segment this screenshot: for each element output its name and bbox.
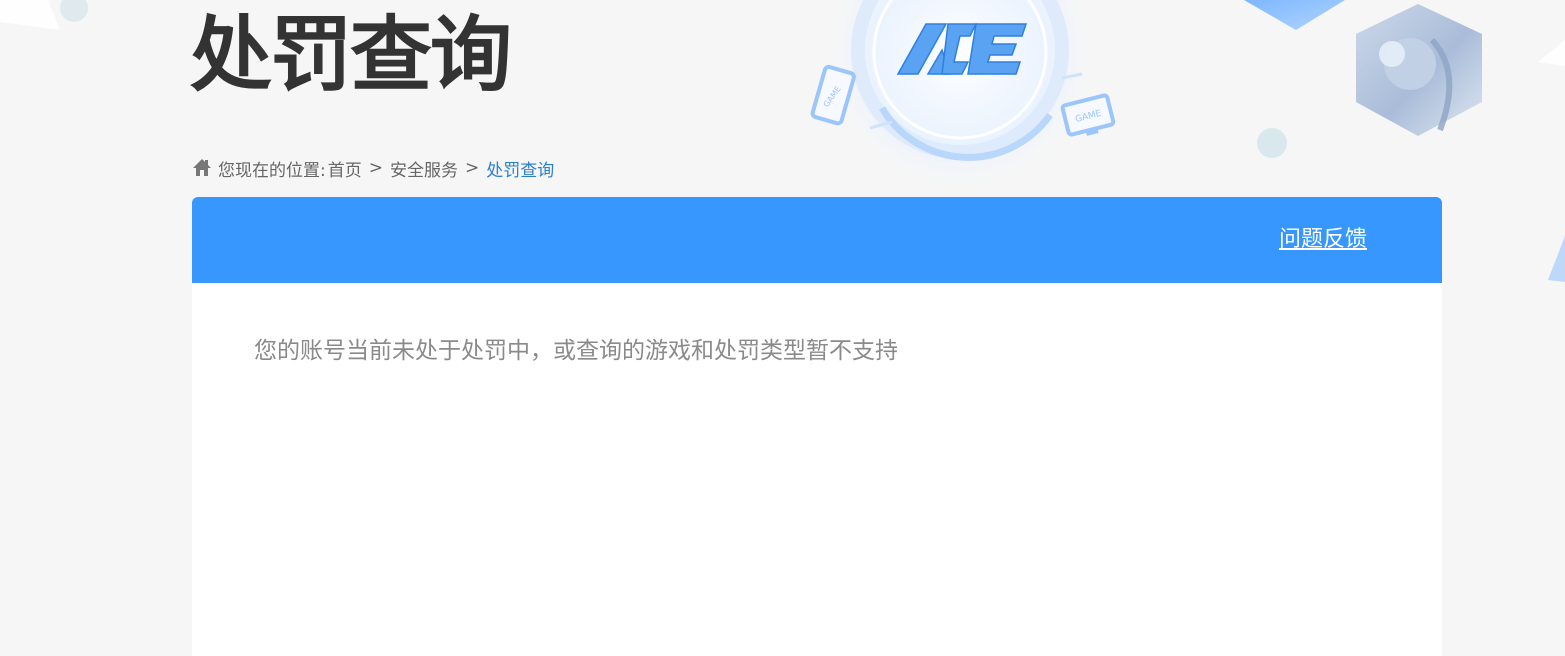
- feedback-link[interactable]: 问题反馈: [1279, 226, 1367, 254]
- breadcrumb-item-home[interactable]: 首页: [328, 156, 362, 181]
- status-message: 您的账号当前未处于处罚中，或查询的游戏和处罚类型暂不支持: [254, 338, 898, 364]
- breadcrumb-current: 处罚查询: [486, 160, 555, 181]
- breadcrumb-separator: >: [464, 158, 480, 178]
- breadcrumb: 您现在的位置: 首页 > 安全服务 > 处罚查询: [192, 156, 555, 181]
- page: GAME GAME 处罚查询 您现在的位置: 首页 > 安全服务 > 处罚查询: [0, 0, 1565, 656]
- panel-header: 问题反馈: [192, 197, 1442, 283]
- page-title: 处罚查询: [190, 8, 512, 103]
- home-icon: [193, 159, 211, 176]
- panel-body: 您的账号当前未处于处罚中，或查询的游戏和处罚类型暂不支持: [192, 283, 1442, 419]
- result-panel: 问题反馈 您的账号当前未处于处罚中，或查询的游戏和处罚类型暂不支持: [192, 197, 1442, 656]
- breadcrumb-item-security-service[interactable]: 安全服务: [390, 156, 458, 181]
- breadcrumb-prefix: 您现在的位置:: [218, 160, 326, 181]
- breadcrumb-separator: >: [368, 158, 383, 178]
